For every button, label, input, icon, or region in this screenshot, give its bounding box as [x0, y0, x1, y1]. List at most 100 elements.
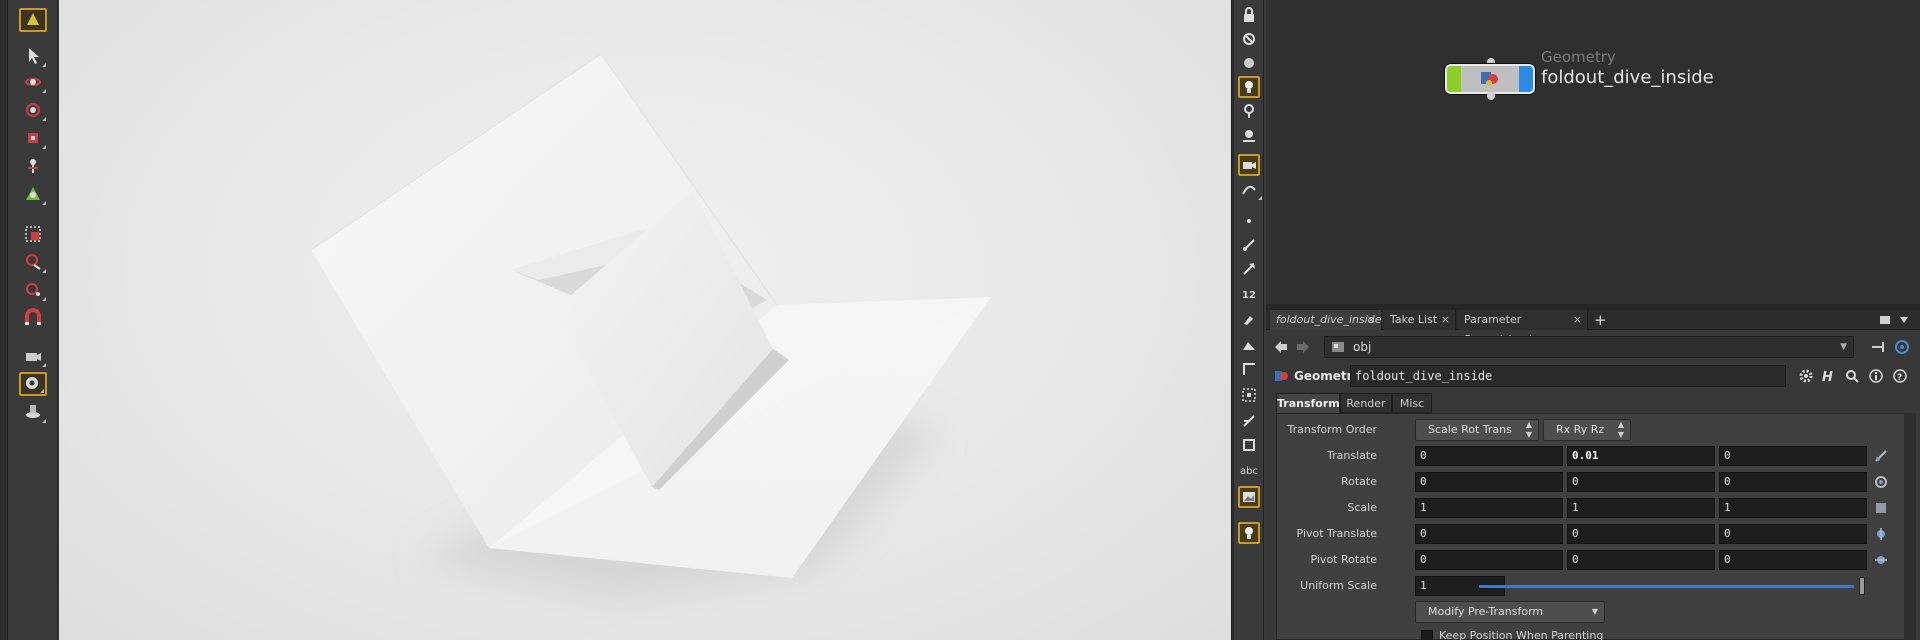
- environment-light-icon[interactable]: [1238, 522, 1260, 544]
- param-label: Translate: [1327, 449, 1377, 462]
- scale-icon[interactable]: [19, 126, 47, 150]
- grid-select-icon[interactable]: [1238, 384, 1260, 406]
- transform-order-menu[interactable]: Scale Rot Trans ▲ ▼: [1415, 419, 1539, 441]
- tab-misc[interactable]: Misc: [1392, 393, 1432, 413]
- lock-icon[interactable]: [1238, 4, 1260, 26]
- box-icon[interactable]: [1238, 434, 1260, 456]
- modify-pretransform-menu[interactable]: Modify Pre-Transform ▼: [1415, 601, 1605, 623]
- camera-icon[interactable]: [19, 344, 47, 368]
- edge-icon[interactable]: [1238, 234, 1260, 256]
- lasso-icon[interactable]: [19, 250, 47, 274]
- flipbook-icon[interactable]: [19, 400, 47, 424]
- arrow-select-icon[interactable]: [19, 44, 47, 68]
- select-mode-icon[interactable]: [19, 8, 47, 32]
- help-icon[interactable]: ?: [1892, 368, 1908, 384]
- rotate-icon[interactable]: [19, 98, 47, 122]
- light-probe-icon[interactable]: [1238, 100, 1260, 122]
- magnet-icon[interactable]: [19, 306, 47, 330]
- scale-handle-icon[interactable]: [1873, 500, 1889, 516]
- add-tab-button[interactable]: +: [1594, 310, 1607, 330]
- pivot-translate-y-field[interactable]: 0: [1567, 524, 1715, 544]
- close-icon[interactable]: ×: [1573, 310, 1582, 330]
- pivot-handle-icon[interactable]: [1873, 526, 1889, 542]
- pane-dropdown-icon[interactable]: [1900, 317, 1908, 323]
- gear-icon[interactable]: [1798, 368, 1814, 384]
- updown-icon: ▲ ▼: [1525, 420, 1532, 439]
- svg-text:H: H: [1822, 370, 1833, 384]
- translate-handle-icon[interactable]: [1873, 448, 1889, 464]
- node-name-field[interactable]: foldout_dive_inside: [1350, 365, 1786, 387]
- text-icon[interactable]: abc: [1238, 460, 1260, 482]
- pivot-rotate-z-field[interactable]: 0: [1719, 550, 1867, 570]
- rotation-order-menu[interactable]: Rx Ry Rz ▲ ▼: [1543, 419, 1631, 441]
- close-icon[interactable]: ×: [1441, 310, 1450, 330]
- box-select-icon[interactable]: [19, 222, 47, 246]
- pivot-rotate-x-field[interactable]: 0: [1415, 550, 1563, 570]
- viewport-toolbar: [10, 0, 58, 640]
- tab-transform[interactable]: Transform: [1276, 393, 1340, 413]
- number-icon[interactable]: 12: [1238, 284, 1260, 306]
- keep-position-checkbox[interactable]: [1421, 630, 1433, 640]
- search-icon[interactable]: [1844, 368, 1860, 384]
- geometry-node[interactable]: [1445, 58, 1541, 100]
- tab-parameter-spreadsheet[interactable]: Parameter Spreadsheet ×: [1458, 310, 1588, 346]
- spotlight-icon[interactable]: [1238, 124, 1260, 146]
- uniform-scale-slider[interactable]: [1479, 585, 1854, 588]
- brush-icon[interactable]: [1238, 308, 1260, 330]
- scale-z-field[interactable]: 1: [1719, 498, 1867, 518]
- rotate-x-field[interactable]: 0: [1415, 472, 1563, 492]
- path-dropdown-icon[interactable]: ▼: [1840, 337, 1847, 357]
- pivot-rotate-y-field[interactable]: 0: [1567, 550, 1715, 570]
- move-icon[interactable]: [19, 70, 47, 94]
- rotate-handle-icon[interactable]: [1873, 474, 1889, 490]
- view-icon[interactable]: [19, 372, 47, 396]
- node-name-label[interactable]: foldout_dive_inside: [1541, 67, 1714, 88]
- parameter-scrollbar[interactable]: [1904, 413, 1916, 640]
- network-path-field[interactable]: obj ▼: [1324, 336, 1854, 358]
- close-icon[interactable]: ×: [1367, 310, 1376, 330]
- pose-icon[interactable]: [19, 182, 47, 206]
- scale-y-field[interactable]: 1: [1567, 498, 1715, 518]
- tab-parameters[interactable]: foldout_dive_inside ×: [1270, 310, 1382, 330]
- pivot-translate-z-field[interactable]: 0: [1719, 524, 1867, 544]
- light-icon[interactable]: [1238, 76, 1260, 98]
- link-icon[interactable]: [1894, 339, 1910, 355]
- pivot-translate-x-field[interactable]: 0: [1415, 524, 1563, 544]
- pin-icon[interactable]: [1870, 340, 1886, 354]
- pivot-rotate-handle-icon[interactable]: [1873, 552, 1889, 568]
- scale-x-field[interactable]: 1: [1415, 498, 1563, 518]
- node-output-connector[interactable]: [1487, 92, 1495, 100]
- sculpt-icon[interactable]: [1238, 334, 1260, 356]
- bypass-icon[interactable]: [1238, 28, 1260, 50]
- corner-icon[interactable]: [1238, 358, 1260, 380]
- network-editor[interactable]: [1266, 0, 1920, 304]
- geometry-node-icon: [1481, 72, 1498, 86]
- handle-icon[interactable]: [19, 154, 47, 178]
- forward-arrow-icon[interactable]: [1296, 340, 1310, 354]
- info-icon[interactable]: [1868, 368, 1884, 384]
- scene-viewport[interactable]: [59, 0, 1231, 640]
- slider-handle[interactable]: [1859, 577, 1865, 595]
- translate-x-field[interactable]: 0: [1415, 446, 1563, 466]
- node-body[interactable]: [1445, 64, 1535, 94]
- translate-y-field[interactable]: 0.01: [1567, 446, 1715, 466]
- camera-node-icon[interactable]: [1238, 154, 1260, 176]
- tab-take-list[interactable]: Take List ×: [1384, 310, 1456, 330]
- point-icon[interactable]: [1238, 210, 1260, 232]
- tab-render[interactable]: Render: [1340, 393, 1392, 413]
- image-icon[interactable]: [1238, 486, 1260, 508]
- paint-stroke-icon[interactable]: [1238, 178, 1262, 200]
- paint-icon[interactable]: [19, 278, 47, 302]
- display-flag[interactable]: [1447, 66, 1461, 92]
- pane-menu-icon[interactable]: [1880, 316, 1890, 324]
- rotate-y-field[interactable]: 0: [1567, 472, 1715, 492]
- vector-icon[interactable]: [1238, 258, 1260, 280]
- houdini-help-icon[interactable]: H: [1820, 368, 1838, 384]
- split-icon[interactable]: [1238, 410, 1260, 432]
- toolbar-top-stub: [19, 0, 47, 8]
- back-arrow-icon[interactable]: [1274, 340, 1288, 354]
- template-icon[interactable]: [1238, 52, 1260, 74]
- rotate-z-field[interactable]: 0: [1719, 472, 1867, 492]
- translate-z-field[interactable]: 0: [1719, 446, 1867, 466]
- render-flag[interactable]: [1519, 66, 1533, 92]
